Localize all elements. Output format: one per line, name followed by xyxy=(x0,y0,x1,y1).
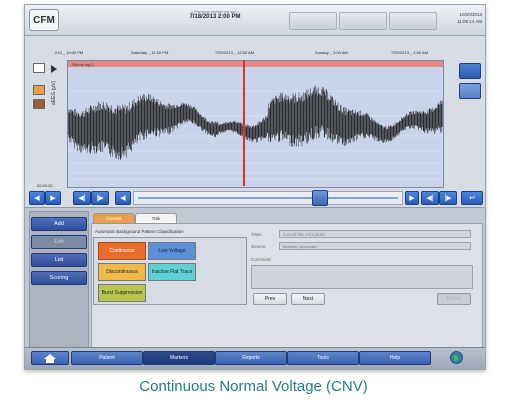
classification-title: Automatic Background Pattern Classificat… xyxy=(95,229,184,234)
timeline-label: 7/20/2013 _ 1:00 AM xyxy=(391,50,428,55)
clock: 10/20/2013 11:05:14 AM xyxy=(457,11,482,25)
aeeg-plot-svg: Seizure tag: 0 xyxy=(68,61,443,180)
home-icon xyxy=(44,353,56,363)
inactive-flat-trace-button[interactable]: Inactive Flat Trace xyxy=(148,263,196,281)
scrubber-track xyxy=(138,197,398,199)
rewind-button[interactable]: ◀ xyxy=(29,191,45,205)
classification-panel: Continuous Low Voltage Discontinuous Ina… xyxy=(93,237,247,305)
top-button-1[interactable] xyxy=(289,12,337,30)
y-axis-label: aEEG (μV) xyxy=(51,80,57,105)
event-bar-label: Seizure tag: 0 xyxy=(72,63,94,67)
sidebar-item-list[interactable]: List xyxy=(31,253,87,267)
timeline-label: 7/20/2013 _ 12:00 AM xyxy=(215,50,255,55)
timeline-label: Saturday _ 11:00 PM xyxy=(131,50,169,55)
step-forward-button[interactable]: |▶ xyxy=(91,191,109,205)
color-icon[interactable] xyxy=(33,85,45,95)
eeg-trace xyxy=(68,85,443,160)
monitor-screen: CFM < Previous review not set > 7/18/201… xyxy=(24,4,486,370)
grid-icon[interactable] xyxy=(33,63,45,73)
burst-suppression-button[interactable]: Burst Suppression xyxy=(98,284,146,302)
home-button[interactable] xyxy=(31,351,69,365)
play-arrow-icon[interactable] xyxy=(51,65,57,73)
header-datetime: 7/18/2013 2:00 PM xyxy=(189,14,241,20)
top-bar: CFM < Previous review not set > 7/18/201… xyxy=(25,5,485,36)
scroll-left-button[interactable]: ◀ xyxy=(115,191,131,205)
timeline-label: 013 _ 10:00 PM xyxy=(55,50,84,55)
nav-tools[interactable]: Tools xyxy=(287,351,359,365)
next-button[interactable]: Next xyxy=(291,293,325,305)
tab-track[interactable]: Trak xyxy=(135,213,177,224)
eeg-trace-path xyxy=(68,85,443,160)
tab-current[interactable]: Current xyxy=(93,213,135,224)
clock-date: 10/20/2013 xyxy=(459,12,482,17)
source-label: Source: xyxy=(251,244,267,249)
step-back-button[interactable]: ◀| xyxy=(73,191,91,205)
timeline: 013 _ 10:00 PM Saturday _ 11:00 PM 7/20/… xyxy=(55,50,440,58)
event-bar xyxy=(68,61,443,67)
prev-button[interactable]: Prev xyxy=(253,293,287,305)
clock-time: 11:05:14 AM xyxy=(457,19,482,24)
continuous-button[interactable]: Continuous xyxy=(98,242,146,260)
nav-markers[interactable]: Markers xyxy=(143,351,215,365)
sidebar-item-add[interactable]: Add xyxy=(31,217,87,231)
globe-icon xyxy=(449,350,463,364)
delete-button[interactable]: Delete xyxy=(437,293,471,305)
timeline-label: Sunday _ 1:00 AM xyxy=(315,50,348,55)
return-button[interactable]: ↩ xyxy=(461,191,483,205)
scrubber-thumb[interactable] xyxy=(312,190,328,206)
nav-reports[interactable]: Reports xyxy=(215,351,287,365)
back-button[interactable]: ▶ xyxy=(45,191,61,205)
globe-button[interactable] xyxy=(441,350,471,364)
cursor-line[interactable] xyxy=(243,60,245,186)
discontinuous-button[interactable]: Discontinuous xyxy=(98,263,146,281)
top-button-2[interactable] xyxy=(339,12,387,30)
settings-icon[interactable] xyxy=(33,99,45,109)
app-logo: CFM xyxy=(29,9,59,31)
time-field: 9:40:33 PM, 0:21:05:00 xyxy=(279,230,471,238)
time-label: Time: xyxy=(251,232,263,237)
header-center: < Previous review not set > 7/18/2013 2:… xyxy=(145,9,285,20)
skip-back-button[interactable]: ◀| xyxy=(421,191,439,205)
top-button-3[interactable] xyxy=(389,12,437,30)
comment-label: Comment: xyxy=(251,257,272,262)
zoom-in-button[interactable] xyxy=(459,63,481,79)
skip-forward-button[interactable]: |▶ xyxy=(439,191,457,205)
comment-input[interactable] xyxy=(251,265,473,289)
zoom-out-button[interactable] xyxy=(459,83,481,99)
time-scrubber[interactable] xyxy=(133,190,403,206)
timestamp: 00:00:20 xyxy=(37,183,53,188)
sidebar-item-edit[interactable]: Edit xyxy=(31,235,87,249)
source-field: Bedside, Automatic xyxy=(279,242,471,250)
nav-patient[interactable]: Patient xyxy=(71,351,143,365)
scroll-right-button[interactable]: ▶ xyxy=(405,191,419,205)
sidebar-item-scoring[interactable]: Scoring xyxy=(31,271,87,285)
nav-help[interactable]: Help xyxy=(359,351,431,365)
low-voltage-button[interactable]: Low Voltage xyxy=(148,242,196,260)
aeeg-plot[interactable]: Seizure tag: 0 xyxy=(67,60,444,188)
figure-caption: Continuous Normal Voltage (CNV) xyxy=(139,378,368,395)
